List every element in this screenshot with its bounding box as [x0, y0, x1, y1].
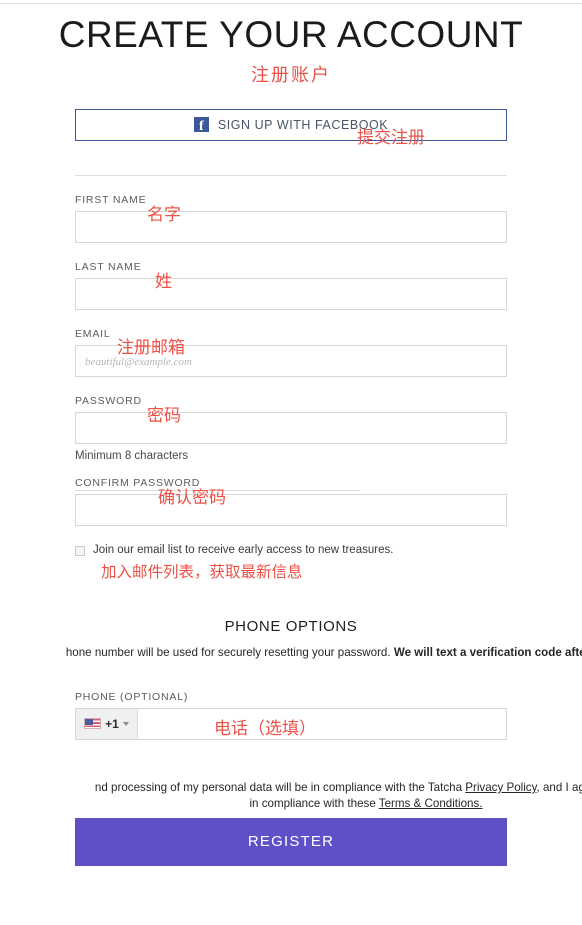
- signup-with-facebook-button[interactable]: SIGN UP WITH FACEBOOK: [75, 108, 507, 141]
- country-code-selector[interactable]: +1: [76, 708, 138, 739]
- section-divider: [75, 174, 507, 176]
- register-button-label: REGISTER: [247, 833, 335, 851]
- phone-label: PHONE (OPTIONAL): [75, 690, 189, 703]
- last-name-field: LAST NAME 姓: [75, 261, 507, 310]
- facebook-icon: [193, 117, 209, 133]
- terms-conditions-link[interactable]: Terms & Conditions.: [379, 797, 483, 810]
- phone-description-emphasis: We will text a verification code after y…: [393, 645, 582, 659]
- legal-text-after-privacy: , and I agree that m: [536, 780, 582, 794]
- form-column: SIGN UP WITH FACEBOOK FIRST NAME 名字 LAST…: [66, 108, 582, 866]
- phone-input-row: +1 电话（选填）: [75, 707, 507, 740]
- legal-text-before-privacy: nd processing of my personal data will b…: [94, 780, 466, 794]
- register-button[interactable]: REGISTER: [75, 817, 507, 866]
- social-signup-section: SIGN UP WITH FACEBOOK: [75, 108, 507, 141]
- last-name-input[interactable]: [75, 277, 507, 310]
- first-name-label: FIRST NAME: [75, 193, 147, 206]
- signup-page: CREATE YOUR ACCOUNT 注册账户 SIGN UP WITH FA…: [0, 0, 582, 866]
- newsletter-row[interactable]: Join our email list to receive early acc…: [75, 543, 507, 557]
- phone-options-description: hone number will be used for securely re…: [33, 645, 582, 661]
- newsletter-label: Join our email list to receive early acc…: [93, 543, 394, 556]
- country-code-value: +1: [105, 716, 119, 731]
- first-name-field: FIRST NAME 名字: [75, 194, 507, 243]
- email-input[interactable]: [75, 344, 507, 377]
- password-label: PASSWORD: [75, 394, 142, 407]
- us-flag-icon: [84, 718, 102, 730]
- legal-text-line2: in compliance with these: [249, 796, 379, 810]
- last-name-label: LAST NAME: [75, 260, 142, 273]
- privacy-policy-link[interactable]: Privacy Policy: [465, 781, 536, 794]
- legal-consent-text: nd processing of my personal data will b…: [15, 780, 582, 811]
- password-input[interactable]: [75, 411, 507, 444]
- page-title: CREATE YOUR ACCOUNT: [58, 14, 524, 55]
- email-label: EMAIL: [75, 327, 111, 340]
- facebook-button-label: SIGN UP WITH FACEBOOK: [217, 117, 389, 132]
- password-helper-text: Minimum 8 characters: [75, 449, 189, 462]
- password-field: PASSWORD 密码 Minimum 8 characters: [75, 395, 507, 462]
- first-name-input[interactable]: [75, 210, 507, 243]
- page-title-annotation: 注册账户: [251, 64, 331, 86]
- phone-options-heading: PHONE OPTIONS: [224, 617, 358, 635]
- confirm-password-label: CONFIRM PASSWORD: [75, 476, 201, 489]
- confirm-password-field: CONFIRM PASSWORD 确认密码: [75, 477, 507, 526]
- newsletter-annotation: 加入邮件列表，获取最新信息: [101, 562, 303, 581]
- phone-description-regular: hone number will be used for securely re…: [65, 645, 391, 659]
- decorative-rule: [75, 489, 360, 491]
- phone-number-input[interactable]: [138, 708, 506, 739]
- chevron-down-icon: [122, 721, 129, 726]
- newsletter-checkbox[interactable]: [75, 545, 85, 556]
- email-field: EMAIL 注册邮箱: [75, 328, 507, 377]
- confirm-password-input[interactable]: [75, 493, 507, 526]
